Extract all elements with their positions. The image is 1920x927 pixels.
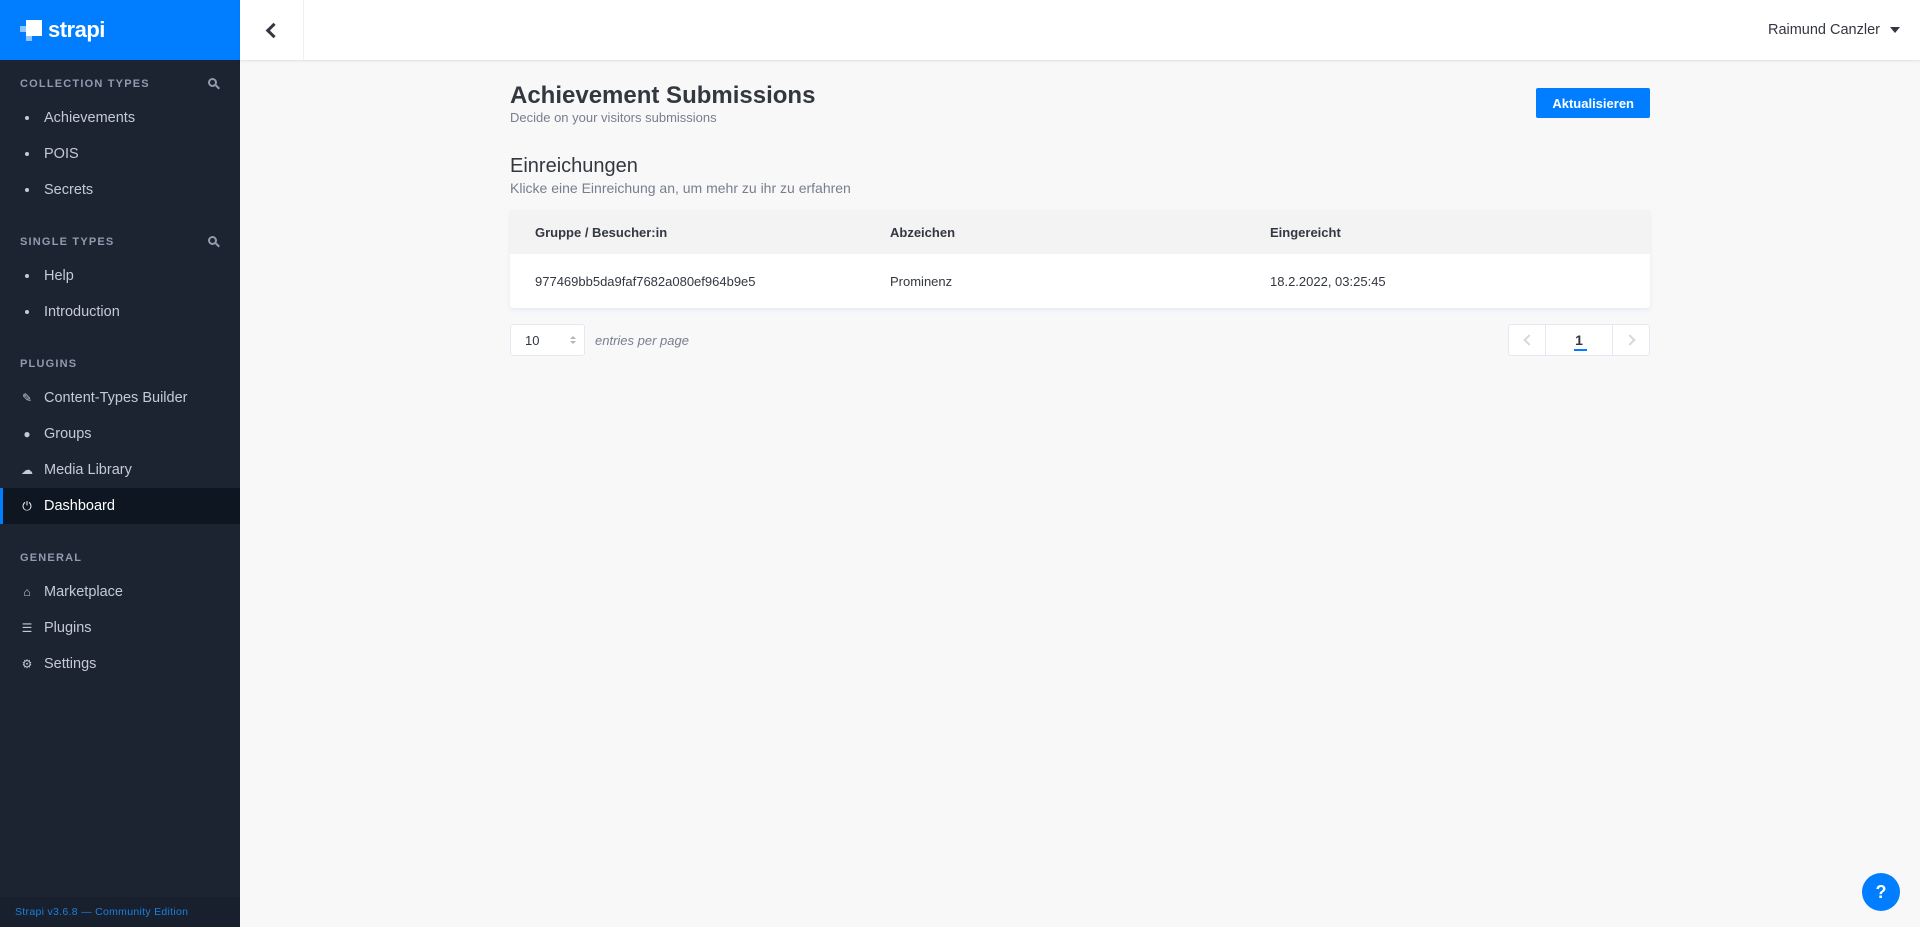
version-footer[interactable]: Strapi v3.6.8 — Community Edition	[0, 897, 240, 927]
sidebar-item-secrets[interactable]: Secrets	[0, 172, 240, 208]
sidebar-item-dashboard[interactable]: ⏻ Dashboard	[0, 488, 240, 524]
sidebar-item-settings[interactable]: ⚙ Settings	[0, 646, 240, 682]
list-icon: ☰	[21, 621, 33, 635]
chevron-right-icon	[1623, 334, 1636, 346]
logo-text: strapi	[48, 17, 105, 42]
sidebar-item-marketplace[interactable]: ⌂ Marketplace	[0, 574, 240, 610]
bullet-icon	[25, 152, 29, 156]
table-row[interactable]: 977469bb5da9faf7682a080ef964b9e5 Promine…	[510, 254, 1650, 308]
sidebar-item-label: POIS	[44, 146, 79, 162]
collapse-sidebar-button[interactable]	[240, 0, 304, 60]
section-title: General	[20, 552, 83, 564]
sidebar-item-help[interactable]: Help	[0, 258, 240, 294]
main-content: Achievement Submissions Decide on your v…	[510, 80, 1650, 356]
sidebar-item-label: Dashboard	[44, 498, 115, 514]
table-header: Gruppe / Besucher:in Abzeichen Eingereic…	[510, 210, 1650, 254]
sidebar-item-label: Groups	[44, 426, 92, 442]
section-title: Plugins	[20, 358, 78, 370]
user-name: Raimund Canzler	[1767, 22, 1880, 38]
pagination: 1	[1508, 324, 1650, 356]
bullet-icon	[25, 310, 29, 314]
next-page-button[interactable]	[1613, 325, 1649, 355]
chevron-left-icon	[1522, 334, 1535, 346]
column-header-group[interactable]: Gruppe / Besucher:in	[510, 225, 890, 240]
select-arrows-icon	[570, 336, 576, 344]
sidebar-item-label: Plugins	[44, 620, 92, 636]
cell-submitted: 18.2.2022, 03:25:45	[1270, 273, 1386, 289]
submissions-table: Gruppe / Besucher:in Abzeichen Eingereic…	[510, 210, 1650, 308]
sidebar-item-label: Help	[44, 268, 74, 284]
sidebar-item-pois[interactable]: POIS	[0, 136, 240, 172]
sidebar-item-media-library[interactable]: ☁ Media Library	[0, 452, 240, 488]
sidebar-item-plugins[interactable]: ☰ Plugins	[0, 610, 240, 646]
chevron-left-icon	[265, 22, 282, 38]
entries-per-page-select[interactable]: 10	[510, 324, 585, 356]
cloud-upload-icon: ☁	[21, 463, 33, 477]
user-menu[interactable]: Raimund Canzler	[1768, 0, 1900, 60]
column-header-badge[interactable]: Abzeichen	[890, 225, 1270, 240]
bullet-icon	[25, 116, 29, 120]
search-icon[interactable]	[208, 236, 220, 248]
sidebar-item-label: Settings	[44, 656, 97, 672]
section-heading: Einreichungen	[510, 155, 638, 177]
sidebar-item-introduction[interactable]: Introduction	[0, 294, 240, 330]
entries-per-page: 10 entries per page	[510, 324, 689, 356]
plug-icon: ⏻	[22, 498, 32, 513]
section-collection-types: Collection Types	[0, 74, 240, 94]
table-footer: 10 entries per page 1	[510, 324, 1650, 356]
section-title: Collection Types	[20, 78, 150, 90]
sidebar-item-label: Media Library	[44, 462, 132, 478]
sidebar-item-achievements[interactable]: Achievements	[0, 100, 240, 136]
entries-per-page-label: entries per page	[595, 332, 689, 348]
page-subtitle: Decide on your visitors submissions	[510, 110, 717, 125]
help-button[interactable]: ?	[1862, 873, 1900, 911]
section-plugins: Plugins	[0, 354, 240, 374]
sidebar: strapi Collection Types Achievements POI…	[0, 0, 240, 927]
logo[interactable]: strapi	[0, 0, 240, 60]
sidebar-item-label: Content-Types Builder	[44, 390, 188, 406]
section-single-types: Single Types	[0, 232, 240, 252]
sidebar-item-label: Secrets	[44, 182, 94, 198]
sidebar-item-label: Introduction	[44, 304, 120, 320]
gear-icon: ⚙	[21, 657, 33, 671]
column-header-submitted[interactable]: Eingereicht	[1270, 225, 1650, 240]
page-number-button[interactable]: 1	[1545, 325, 1613, 355]
page-title: Achievement Submissions	[510, 82, 816, 109]
strapi-logo-icon	[20, 20, 42, 41]
caret-down-icon	[1890, 27, 1900, 33]
previous-page-button[interactable]	[1509, 325, 1545, 355]
sidebar-item-label: Marketplace	[44, 584, 123, 600]
bullet-icon	[25, 274, 29, 278]
refresh-button[interactable]: Aktualisieren	[1536, 88, 1650, 118]
sidebar-item-groups[interactable]: ● Groups	[0, 416, 240, 452]
section-title: Single Types	[20, 236, 115, 248]
shopping-basket-icon: ⌂	[23, 585, 31, 599]
brush-icon: ✎	[21, 391, 33, 405]
section-general: General	[0, 548, 240, 568]
sidebar-item-label: Achievements	[44, 110, 136, 126]
top-header: Raimund Canzler	[240, 0, 1920, 60]
select-value: 10	[525, 332, 540, 348]
section-description: Klicke eine Einreichung an, um mehr zu i…	[510, 180, 851, 196]
search-icon[interactable]	[208, 78, 220, 90]
cell-badge: Prominenz	[890, 273, 953, 289]
sidebar-item-content-types-builder[interactable]: ✎ Content-Types Builder	[0, 380, 240, 416]
cell-group: 977469bb5da9faf7682a080ef964b9e5	[535, 273, 756, 289]
users-icon: ●	[23, 427, 31, 441]
bullet-icon	[25, 188, 29, 192]
